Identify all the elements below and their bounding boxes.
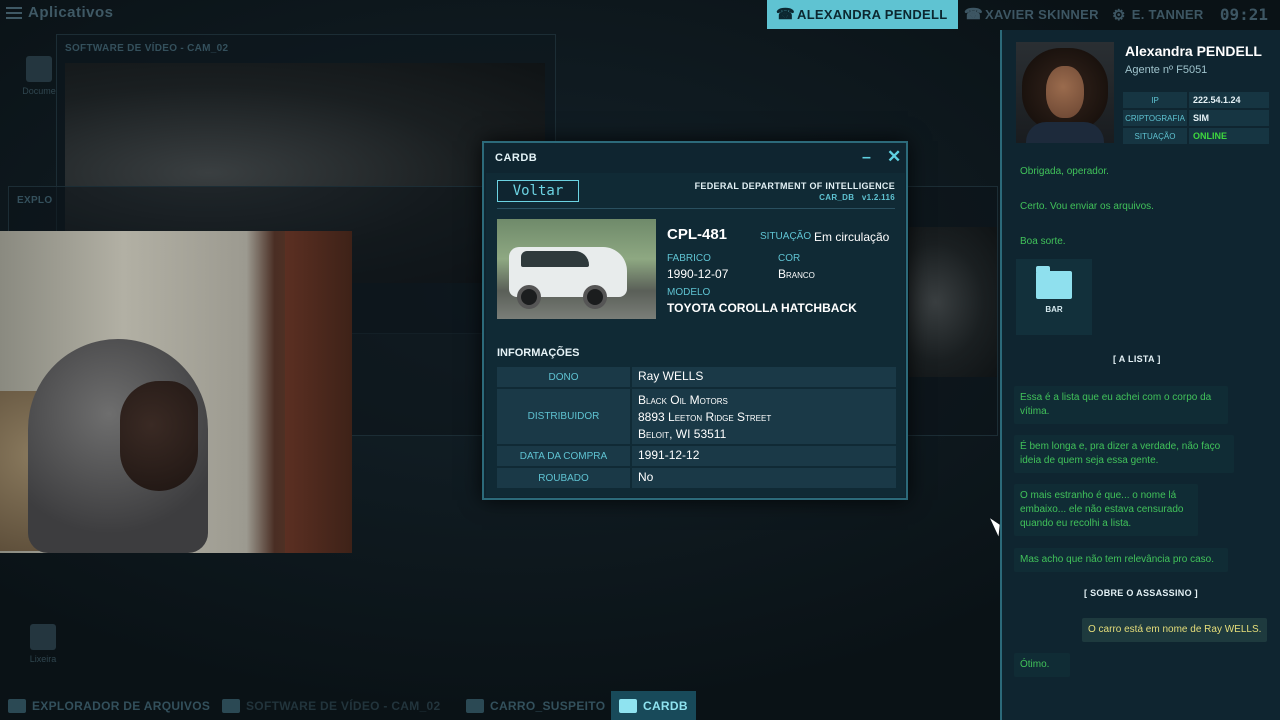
color-value: Branco xyxy=(778,267,815,281)
chat-message: Obrigada, operador. xyxy=(1020,166,1109,177)
apps-menu-button[interactable]: Aplicativos xyxy=(6,4,114,21)
agent-id: Agente nº F5051 xyxy=(1125,64,1208,76)
apps-label: Aplicativos xyxy=(28,4,114,21)
manufactured-label: FABRICO xyxy=(667,253,711,264)
window-title: SOFTWARE DE VÍDEO - CAM_02 xyxy=(65,43,229,54)
phone-icon xyxy=(964,5,983,23)
phone-icon xyxy=(776,5,795,23)
taskbar-item-file-explorer[interactable]: EXPLORADOR DE ARQUIVOS xyxy=(0,691,218,720)
chat-message: Boa sorte. xyxy=(1020,236,1066,247)
chat-message: É bem longa e, pra dizer a verdade, não … xyxy=(1014,435,1234,473)
window-title: CARDB xyxy=(495,152,538,164)
cardb-window: CARDB – ✕ Voltar FEDERAL DEPARTMENT OF I… xyxy=(482,141,908,500)
trash-desktop-icon[interactable]: Lixeira xyxy=(18,624,68,664)
agency-header: FEDERAL DEPARTMENT OF INTELLIGENCE CAR_D… xyxy=(694,181,895,202)
trash-icon xyxy=(30,624,56,650)
close-icon[interactable]: ✕ xyxy=(887,147,901,167)
folder-icon xyxy=(26,56,52,82)
chat-section-link[interactable]: [ SOBRE O ASSASSINO ] xyxy=(1084,588,1198,598)
model-value: TOYOTA COROLLA HATCHBACK xyxy=(667,301,857,315)
video-icon xyxy=(222,698,240,713)
model-label: MODELO xyxy=(667,287,711,298)
minimize-icon[interactable]: – xyxy=(862,149,871,167)
chat-section-link[interactable]: [ A LISTA ] xyxy=(1113,354,1161,364)
image-icon xyxy=(466,698,484,713)
camera-feed-secondary xyxy=(909,227,997,377)
folder-icon xyxy=(8,698,26,713)
back-button[interactable]: Voltar xyxy=(497,180,579,202)
taskbar-item-cardb[interactable]: CARDB xyxy=(611,691,696,720)
chat-message: Certo. Vou enviar os arquivos. xyxy=(1020,201,1154,212)
info-heading: INFORMAÇÕES xyxy=(497,347,580,359)
color-label: COR xyxy=(778,253,801,264)
gear-icon: ⚙ xyxy=(1112,6,1126,24)
chat-message: Ótimo. xyxy=(1014,653,1070,677)
agent-meta: IP 222.54.1.24 CRIPTOGRAFIA SIM SITUAÇÃO… xyxy=(1123,92,1269,146)
chat-message-outgoing: O carro está em nome de Ray WELLS. xyxy=(1082,618,1268,642)
desktop: Aplicativos ALEXANDRA PENDELL XAVIER SKI… xyxy=(0,0,1280,720)
info-row-stolen: ROUBADO No xyxy=(497,468,896,488)
manufactured-value: 1990-12-07 xyxy=(667,267,729,281)
file-attachment[interactable]: BAR xyxy=(1016,259,1092,335)
info-table: DONO Ray WELLS DISTRIBUIDOR Black Oil Mo… xyxy=(497,367,896,490)
chat-message: Essa é a lista que eu achei com o corpo … xyxy=(1014,386,1228,424)
menu-icon xyxy=(6,6,22,19)
chat-message: Mas acho que não tem relevância pro caso… xyxy=(1014,548,1228,572)
clock: 09:21 xyxy=(1219,5,1268,24)
player-webcam-overlay xyxy=(0,231,352,553)
contact-tab-alexandra-pendell[interactable]: ALEXANDRA PENDELL xyxy=(767,0,958,29)
agent-name: Alexandra PENDELL xyxy=(1125,43,1262,59)
status-badge: ONLINE xyxy=(1189,128,1269,144)
status-label: SITUAÇÃO xyxy=(760,231,812,242)
contact-tab-e-tanner[interactable]: ⚙ E. TANNER xyxy=(1102,0,1214,29)
status-value: Em circulação xyxy=(814,230,890,244)
taskbar-item-suspect-car[interactable]: CARRO_SUSPEITO xyxy=(458,691,613,720)
chat-panel: Alexandra PENDELL Agente nº F5051 IP 222… xyxy=(1000,30,1280,720)
documents-desktop-icon[interactable]: Docume xyxy=(14,56,64,96)
chat-message: O mais estranho é que... o nome lá embai… xyxy=(1014,484,1198,536)
contact-tab-xavier-skinner[interactable]: XAVIER SKINNER xyxy=(955,0,1109,29)
car-photo xyxy=(497,219,656,319)
info-row-owner: DONO Ray WELLS xyxy=(497,367,896,387)
avatar xyxy=(1016,42,1114,143)
info-row-purchase-date: DATA DA COMPRA 1991-12-12 xyxy=(497,446,896,466)
folder-icon xyxy=(1036,266,1072,299)
taskbar-item-video-software[interactable]: SOFTWARE DE VÍDEO - CAM_02 xyxy=(214,691,449,720)
license-plate: CPL-481 xyxy=(667,226,728,243)
cardb-content: Voltar FEDERAL DEPARTMENT OF INTELLIGENC… xyxy=(486,173,905,497)
car-icon xyxy=(619,698,637,713)
info-row-dealer: DISTRIBUIDOR Black Oil Motors 8893 Leeto… xyxy=(497,389,896,444)
